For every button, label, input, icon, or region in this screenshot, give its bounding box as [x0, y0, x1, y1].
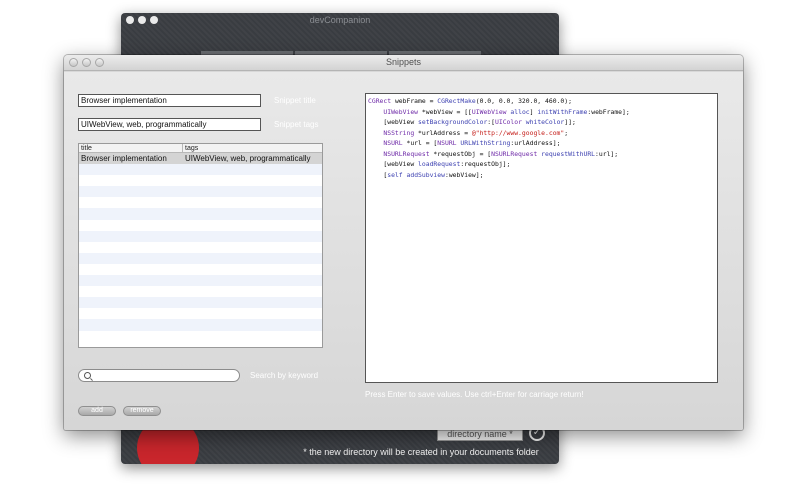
code-token: ; [564, 128, 569, 137]
code-token: initWithFrame [537, 107, 588, 116]
code-token: :url]; [595, 149, 619, 158]
snippet-tags-input[interactable]: UIWebView, web, programmatically [78, 118, 261, 131]
table-row-empty[interactable] [79, 286, 322, 297]
code-token: (0.0, 0.0, 320.0, 460.0); [475, 97, 572, 105]
column-header-tags[interactable]: tags [183, 144, 198, 152]
table-row-empty[interactable] [79, 252, 322, 264]
code-token: *requestObj = [ [429, 149, 492, 158]
remove-button[interactable]: remove [123, 406, 161, 416]
table-row-empty[interactable] [79, 308, 322, 319]
table-row-empty[interactable] [79, 186, 322, 198]
snippets-table: title tags Browser implementation UIWebV… [78, 143, 323, 348]
code-token: NSString [383, 128, 415, 137]
code-line: [webView setBackgroundColor:[UIColor whi… [368, 117, 715, 128]
snippets-window: Snippets Browser implementation Snippet … [64, 55, 743, 430]
code-token: UIWebView [383, 107, 419, 116]
search-icon [84, 372, 91, 379]
code-token: CGRectMake [437, 97, 476, 105]
code-token: UIWebView [471, 107, 507, 116]
code-token: whiteColor [525, 118, 565, 126]
window-title: Snippets [385, 57, 422, 67]
code-token: self [387, 170, 403, 179]
code-token: loadRequest [418, 160, 461, 168]
code-line: [self addSubview:webView]; [368, 170, 715, 181]
background-window-title: devCompanion [309, 15, 371, 25]
code-token: :requestObj]; [460, 160, 511, 168]
code-token: webFrame = [391, 97, 438, 105]
code-token: alloc [510, 107, 530, 116]
code-line: UIWebView *webView = [[UIWebView alloc] … [368, 107, 715, 118]
code-token: ]]; [564, 118, 576, 126]
code-token: *webView = [[ [418, 107, 472, 116]
code-token: *urlAddress = [414, 128, 472, 137]
background-titlebar: devCompanion [121, 13, 559, 29]
code-line: [webView loadRequest:requestObj]; [368, 159, 715, 170]
table-row-empty[interactable] [79, 220, 322, 231]
snippet-title-input[interactable]: Browser implementation [78, 94, 261, 107]
code-token: :webView]; [444, 170, 484, 179]
code-line: CGRect webFrame = CGRectMake(0.0, 0.0, 3… [368, 96, 715, 107]
table-row-empty[interactable] [79, 242, 322, 253]
snippets-content: Browser implementation Snippet title UIW… [64, 72, 743, 430]
table-row-empty[interactable] [79, 319, 322, 331]
code-token: NSURLRequest [383, 149, 430, 158]
code-line: NSString *urlAddress = @"http://www.goog… [368, 128, 715, 139]
code-token: NSURL [383, 139, 403, 147]
code-token: addSubview [406, 170, 445, 179]
table-row-empty[interactable] [79, 331, 322, 342]
code-token: [webView [368, 118, 419, 126]
table-row-empty[interactable] [79, 175, 322, 186]
add-button[interactable]: add [78, 406, 116, 416]
save-hint: Press Enter to save values. Use ctrl+Ent… [365, 390, 584, 399]
code-token: :[ [487, 118, 495, 126]
snippet-tags-label: Snippet tags [274, 120, 319, 129]
table-row-empty[interactable] [79, 275, 322, 287]
code-token: @"http://www.google.com" [471, 128, 565, 137]
table-body: Browser implementation UIWebView, web, p… [79, 153, 322, 342]
code-token: setBackgroundColor [418, 118, 488, 126]
code-line: NSURLRequest *requestObj = [NSURLRequest… [368, 149, 715, 160]
table-row-empty[interactable] [79, 264, 322, 275]
code-token: [webView [368, 160, 419, 168]
code-token: *url = [ [402, 139, 438, 147]
table-row-empty[interactable] [79, 230, 322, 242]
code-token: NSURL [437, 139, 457, 147]
table-row[interactable]: Browser implementation UIWebView, web, p… [79, 153, 322, 165]
table-cell-title: Browser implementation [81, 154, 167, 163]
table-row-empty[interactable] [79, 164, 322, 176]
table-row-empty[interactable] [79, 197, 322, 208]
code-token: CGRect [368, 97, 392, 105]
snippet-title-label: Snippet title [274, 96, 316, 105]
code-token: URLWithString [460, 139, 511, 147]
code-token: [ [368, 170, 388, 179]
code-line: NSURL *url = [NSURL URLWithString:urlAdd… [368, 138, 715, 149]
table-header: title tags [79, 144, 322, 153]
code-token: :urlAddress]; [510, 139, 561, 147]
code-token: NSURLRequest [491, 149, 538, 158]
table-cell-tags: UIWebView, web, programmatically [185, 154, 311, 163]
search-label: Search by keyword [250, 371, 319, 380]
directory-note: * the new directory will be created in y… [303, 447, 539, 457]
snippet-code-editor[interactable]: CGRect webFrame = CGRectMake(0.0, 0.0, 3… [365, 93, 718, 383]
table-row-empty[interactable] [79, 297, 322, 309]
table-row-empty[interactable] [79, 208, 322, 220]
column-header-title[interactable]: title [79, 144, 183, 152]
code-token: UIColor [495, 118, 522, 126]
code-token: requestWithURL [541, 149, 596, 158]
code-token: :webFrame]; [587, 107, 630, 116]
search-input[interactable] [78, 369, 240, 382]
titlebar: Snippets [64, 55, 743, 71]
